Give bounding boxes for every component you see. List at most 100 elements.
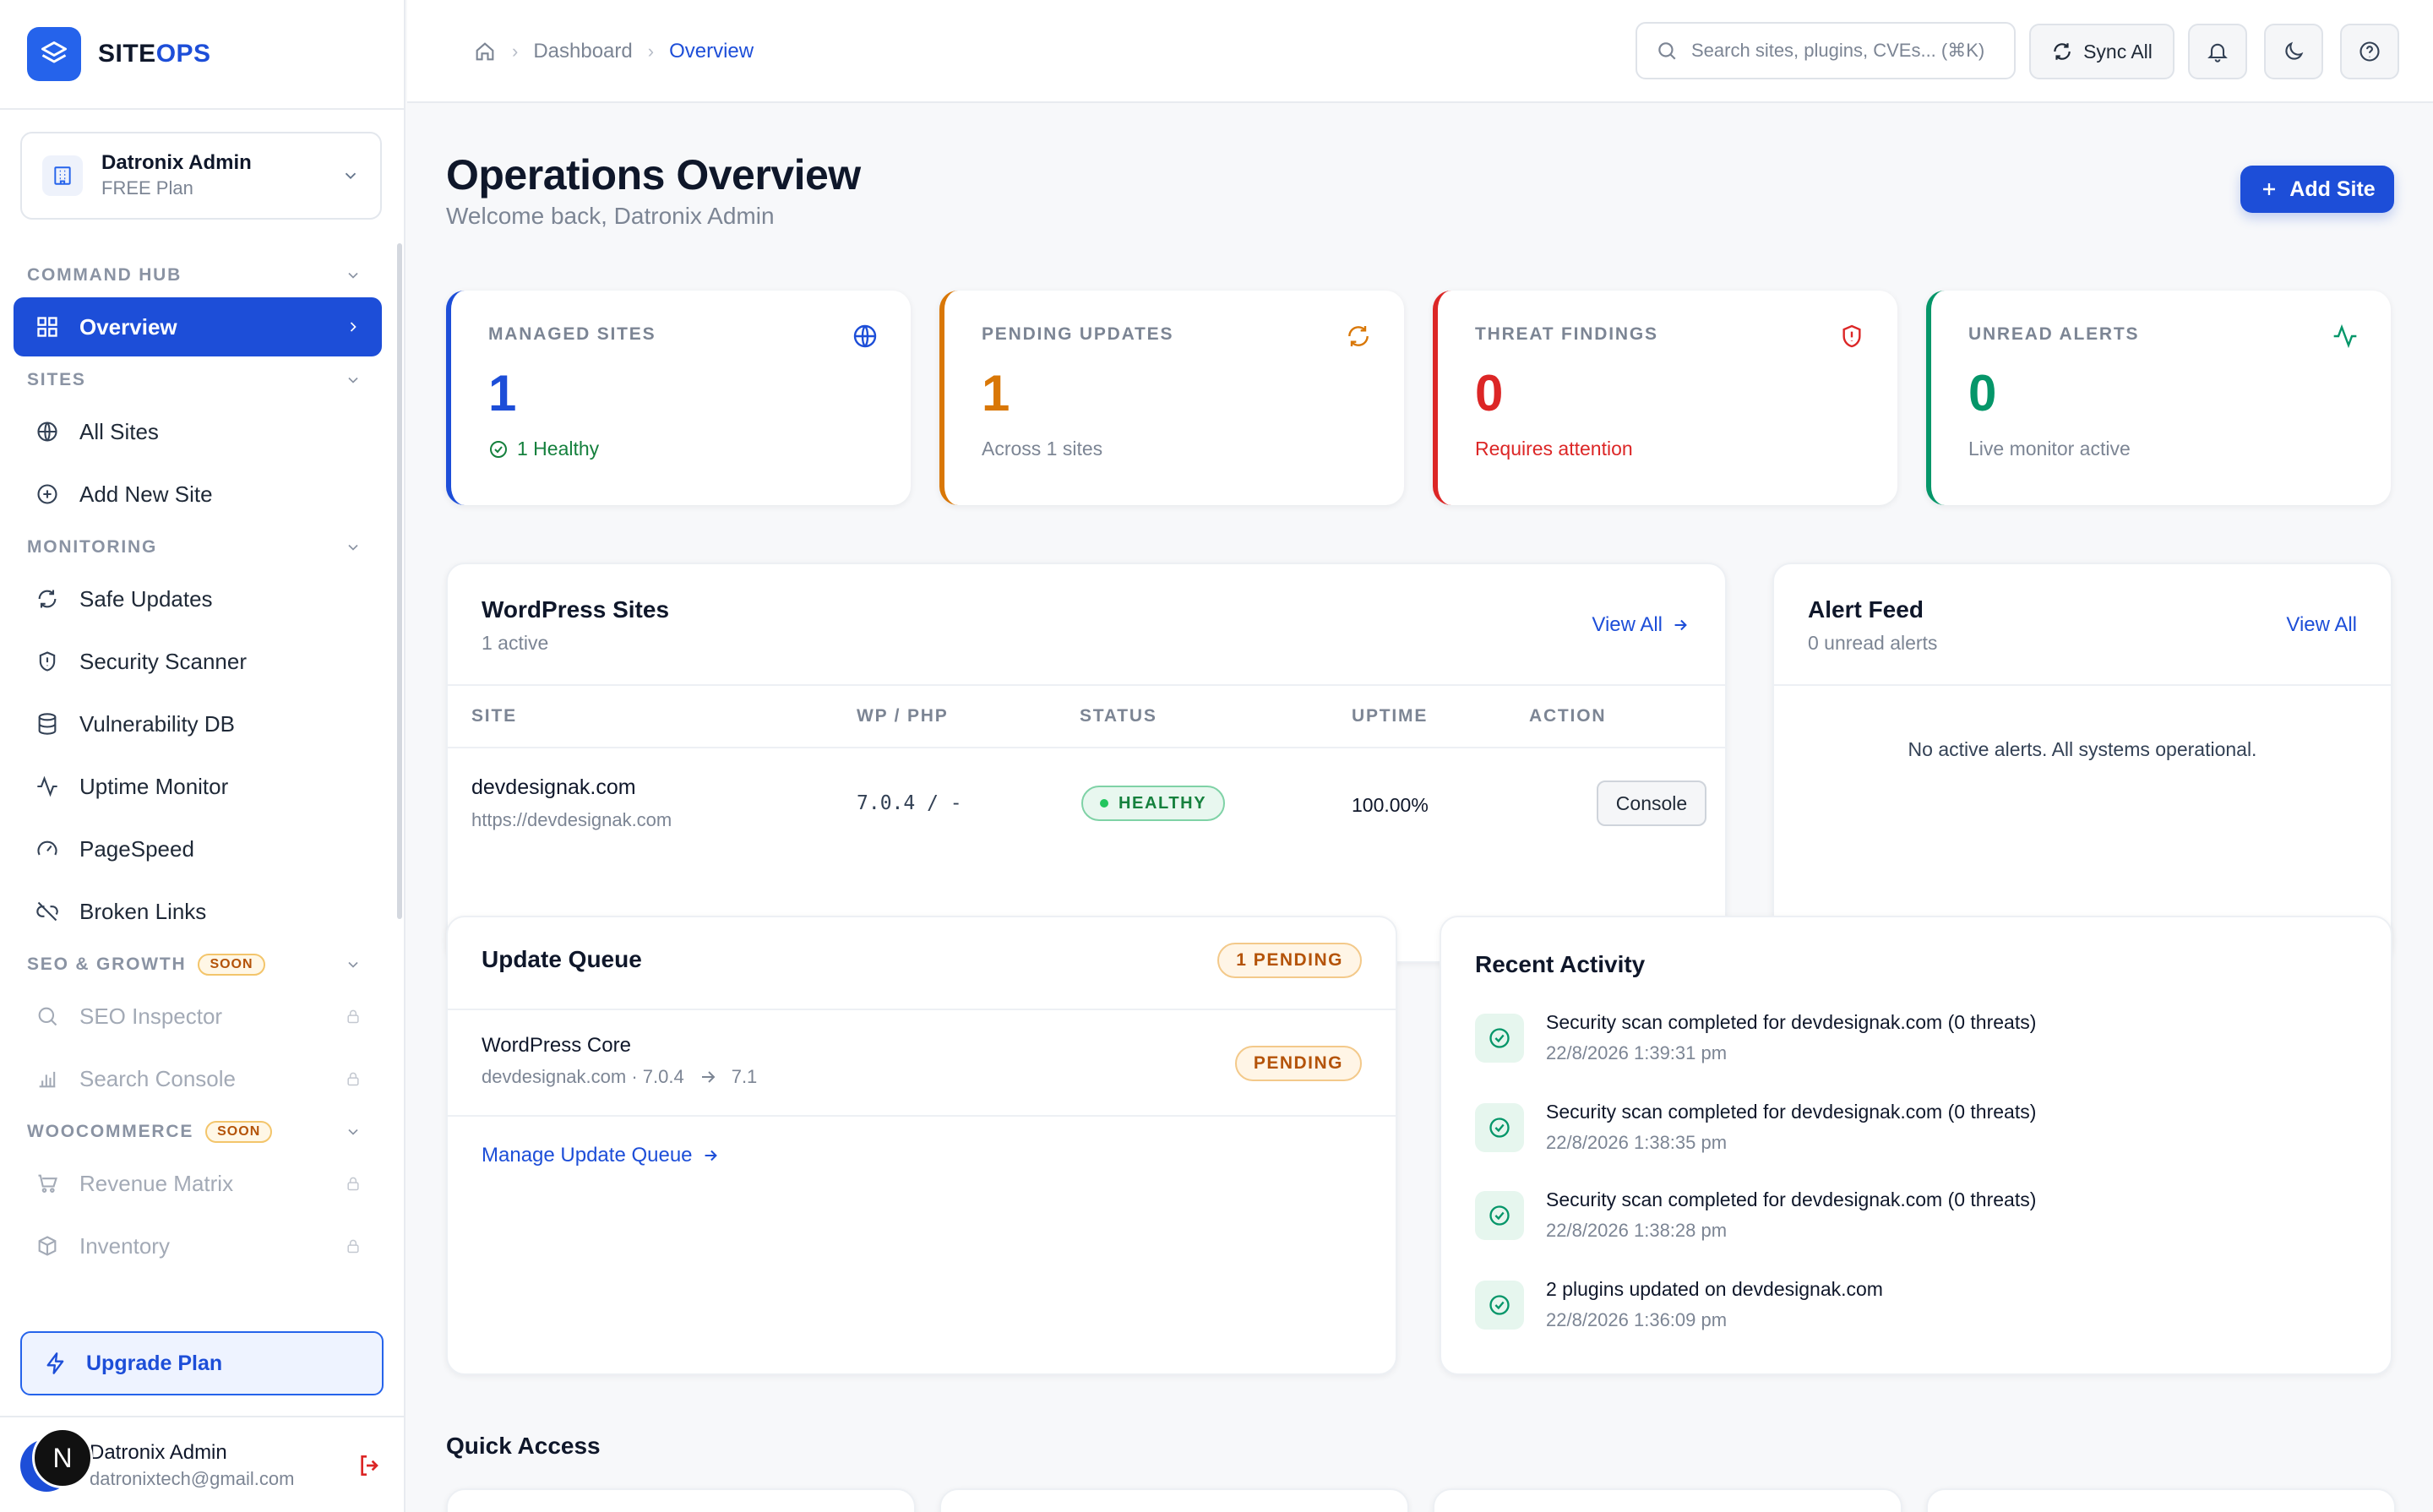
quick-access-card[interactable] [446,1488,916,1512]
org-plan: FREE Plan [101,177,193,199]
quick-access-card[interactable] [1926,1488,2396,1512]
search-icon [34,1003,61,1030]
stat-sub: Requires attention [1475,438,1633,460]
column-header: UPTIME [1352,706,1429,726]
breadcrumb-dashboard[interactable]: Dashboard [533,40,632,63]
activity-time: 22/8/2026 1:38:35 pm [1546,1132,1728,1153]
help-button[interactable] [2340,24,2399,79]
card-title: WordPress Sites [482,596,670,623]
sidebar-item-add-new-site[interactable]: Add New Site [14,465,382,524]
sidebar-item-label: PageSpeed [79,835,194,862]
update-queue-card: Update Queue 1 PENDING WordPress Core de… [446,916,1397,1375]
activity-item[interactable]: 2 plugins updated on devdesignak.com 22/8… [1475,1275,1883,1352]
lock-icon [347,1009,359,1024]
chevron-right-icon [350,322,357,332]
grid-icon [34,313,61,340]
stat-card-pending-updates[interactable]: PENDING UPDATES 1 Across 1 sites [939,291,1404,505]
site-url[interactable]: https://devdesignak.com [471,809,672,831]
arrow-right-icon [1671,616,1690,634]
add-site-button[interactable]: Add Site [2240,166,2394,213]
sidebar-item-label: Vulnerability DB [79,710,236,737]
activity-text: Security scan completed for devdesignak.… [1546,1011,2037,1033]
cart-icon [34,1170,61,1197]
sidebar-item-safe-updates[interactable]: Safe Updates [14,569,382,628]
wordpress-sites-card: WordPress Sites 1 active View All SITE W… [446,563,1727,963]
sidebar-item-inventory[interactable]: Inventory [14,1216,382,1275]
globe-icon [34,418,61,445]
add-site-label: Add Site [2289,177,2376,201]
stat-label: MANAGED SITES [488,324,656,344]
sidebar-item-label: Revenue Matrix [79,1170,234,1196]
alert-feed-view-all-link[interactable]: View All [2286,613,2357,637]
divider [1774,684,2391,686]
update-item-name: WordPress Core [482,1034,631,1057]
logout-icon[interactable] [357,1452,384,1479]
stat-label: THREAT FINDINGS [1475,324,1658,344]
search-input[interactable]: Search sites, plugins, CVEs... (⌘K) [1636,22,2016,79]
sync-label: Sync All [2083,40,2153,63]
section-monitoring[interactable]: MONITORING [0,527,395,568]
sidebar-item-search-console[interactable]: Search Console [14,1049,382,1108]
brand[interactable]: SITEOPS [27,27,211,81]
section-woocommerce[interactable]: WOOCOMMERCE SOON [0,1112,395,1152]
activity-item[interactable]: Security scan completed for devdesignak.… [1475,1098,2036,1174]
activity-item[interactable]: Security scan completed for devdesignak.… [1475,1186,2036,1262]
theme-toggle-button[interactable] [2264,24,2323,79]
sidebar-item-label: Search Console [79,1065,236,1091]
site-name[interactable]: devdesignak.com [471,775,636,800]
activity-item[interactable]: Security scan completed for devdesignak.… [1475,1009,2036,1085]
stat-card-managed-sites[interactable]: MANAGED SITES 1 1 Healthy [446,291,911,505]
card-subtitle: 1 active [482,632,549,654]
chevron-down-icon [345,172,357,180]
notifications-button[interactable] [2188,24,2247,79]
status-badge: HEALTHY [1081,786,1226,821]
section-command-hub[interactable]: COMMAND HUB [0,255,395,296]
sidebar-item-vulnerability-db[interactable]: Vulnerability DB [14,694,382,753]
sidebar-item-pagespeed[interactable]: PageSpeed [14,819,382,878]
shield-icon [34,648,61,675]
sidebar-item-security-scanner[interactable]: Security Scanner [14,632,382,691]
refresh-icon [1345,323,1372,350]
moon-icon [2285,41,2304,60]
stat-card-threat-findings[interactable]: THREAT FINDINGS 0 Requires attention [1433,291,1897,505]
sidebar-item-broken-links[interactable]: Broken Links [14,882,382,941]
breadcrumb-current: Overview [669,40,754,63]
sidebar-nav: COMMAND HUB Overview SITES All Sites Add… [0,253,395,1301]
sidebar-item-overview[interactable]: Overview [14,297,382,356]
avatar[interactable]: N [20,1428,93,1492]
layers-logo-icon [27,27,81,81]
home-icon[interactable] [473,40,497,63]
user-name: Datronix Admin [90,1441,227,1464]
quick-access-card[interactable] [939,1488,1409,1512]
stat-card-unread-alerts[interactable]: UNREAD ALERTS 0 Live monitor active [1926,291,2391,505]
quick-access-card[interactable] [1433,1488,1902,1512]
user-badge[interactable]: N [32,1428,93,1488]
divider [0,108,404,110]
sync-all-button[interactable]: Sync All [2029,24,2174,79]
section-sites[interactable]: SITES [0,360,395,400]
divider [0,1416,404,1417]
sidebar-item-all-sites[interactable]: All Sites [14,402,382,461]
database-icon [34,710,61,737]
sidebar-item-seo-inspector[interactable]: SEO Inspector [14,987,382,1046]
page-subtitle: Welcome back, Datronix Admin [446,203,775,229]
activity-time: 22/8/2026 1:38:28 pm [1546,1220,1728,1241]
lock-icon [347,1177,359,1191]
uptime-value: 100.00% [1352,794,1429,816]
manage-update-queue-link[interactable]: Manage Update Queue [482,1144,720,1167]
column-header: SITE [471,706,517,726]
sidebar-scrollbar[interactable] [397,243,402,919]
breadcrumb: › Dashboard › Overview [473,34,754,69]
card-title: Recent Activity [1475,951,1646,977]
console-button[interactable]: Console [1597,780,1706,826]
wp-sites-view-all-link[interactable]: View All [1592,613,1690,637]
upgrade-plan-button[interactable]: Upgrade Plan [20,1331,384,1395]
lightning-icon [44,1352,68,1375]
org-switcher[interactable]: Datronix Admin FREE Plan [20,132,382,220]
divider [448,1115,1396,1117]
sidebar-item-revenue-matrix[interactable]: Revenue Matrix [14,1154,382,1213]
card-title: Alert Feed [1808,596,1924,623]
section-seo-growth[interactable]: SEO & GROWTH SOON [0,944,395,985]
activity-icon [34,773,61,800]
sidebar-item-uptime-monitor[interactable]: Uptime Monitor [14,757,382,816]
